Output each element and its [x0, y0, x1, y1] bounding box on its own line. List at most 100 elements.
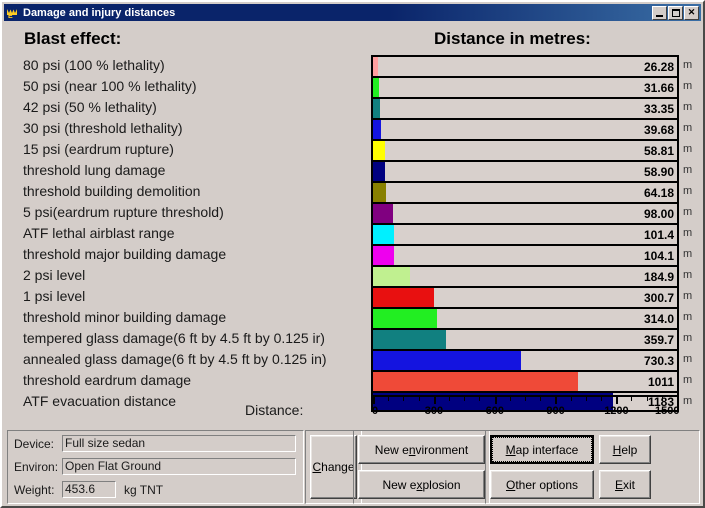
blast-effect-label: threshold lung damage [23, 162, 166, 178]
chart-row-right-border [677, 204, 679, 223]
axis-tick-minor [631, 395, 633, 401]
chart-bar [373, 330, 446, 349]
svg-text:E: E [8, 13, 13, 20]
chart-bar-value: 314.0 [643, 311, 674, 326]
axis-tick-label: 0 [372, 405, 379, 417]
chart-row: 104.1 [371, 244, 679, 265]
explosion-app-icon: E [5, 5, 20, 20]
weight-unit-label: kg TNT [124, 483, 164, 497]
axis-tick-minor [601, 395, 602, 401]
chart-bar-value: 730.3 [643, 353, 674, 368]
weight-field[interactable]: 453.6 [62, 481, 116, 498]
chart-row: 26.28 [371, 55, 679, 76]
chart-row: 300.7 [371, 286, 679, 307]
chart-row-right-border [677, 330, 679, 349]
exit-label: Exit [614, 477, 635, 492]
chart-row: 184.9 [371, 265, 679, 286]
chart-bar [373, 120, 382, 139]
right-actions-group: Map interface Help Other options Exit [485, 430, 700, 504]
blast-effect-label: ATF lethal airblast range [23, 225, 175, 241]
blast-effect-label: 80 psi (100 % lethality) [23, 57, 165, 73]
axis-tick-minor [388, 395, 390, 401]
help-button[interactable]: Help [599, 435, 651, 464]
title-bar[interactable]: E Damage and injury distances ✕ [4, 4, 701, 21]
minimize-button[interactable] [652, 5, 667, 20]
blast-effect-heading: Blast effect: [24, 29, 122, 48]
device-field[interactable]: Full size sedan [62, 435, 296, 452]
map-interface-focus-ring: Map interface [492, 437, 592, 462]
new-actions-group: New environment New explosion [353, 430, 490, 504]
unit-label: m [683, 59, 693, 71]
chart-row-right-border [677, 246, 679, 265]
change-button-label: Change [312, 460, 355, 474]
axis-tick-label: 1200 [604, 405, 629, 417]
unit-label: m [683, 248, 693, 260]
axis-tick-minor [479, 395, 481, 401]
axis-tick-major [433, 395, 436, 404]
unit-label: m [683, 269, 693, 281]
close-icon: ✕ [687, 7, 696, 17]
weight-label: Weight: [14, 483, 55, 497]
map-interface-button[interactable]: Map interface [490, 435, 594, 464]
unit-label: m [683, 185, 693, 197]
exit-button[interactable]: Exit [599, 470, 651, 499]
chart-row-right-border [677, 309, 679, 328]
axis-tick-minor [646, 395, 648, 401]
window-title: Damage and injury distances [23, 6, 176, 19]
unit-label: m [683, 290, 693, 302]
axis-tick-minor [449, 395, 450, 401]
blast-effect-label: 5 psi(eardrum rupture threshold) [23, 204, 224, 220]
chart-bar [373, 99, 380, 118]
other-options-label: Other options [505, 477, 579, 492]
maximize-button[interactable] [668, 5, 683, 20]
chart-row-right-border [677, 141, 679, 160]
chart-row-right-border [677, 372, 679, 391]
chart-row: 58.81 [371, 139, 679, 160]
axis-tick-label: 600 [485, 405, 504, 417]
chart-bar-value: 39.68 [643, 122, 674, 137]
unit-label: m [683, 332, 693, 344]
application-window: E Damage and injury distances ✕ Blast ef… [0, 0, 705, 508]
axis-tick-minor [585, 395, 587, 401]
unit-label: m [683, 80, 693, 92]
chart-row: 730.3 [371, 349, 679, 370]
chart-row-right-border [677, 57, 679, 76]
unit-label: m [683, 122, 693, 134]
chart-row: 33.35 [371, 97, 679, 118]
axis-tick-minor [418, 395, 420, 401]
chart-row-right-border [677, 78, 679, 97]
new-environment-button[interactable]: New environment [358, 435, 485, 464]
axis-tick-label: 1500 [655, 405, 680, 417]
blast-effect-label: threshold major building damage [23, 246, 227, 262]
chart-bar-value: 64.18 [643, 185, 674, 200]
chart-bar [373, 351, 521, 370]
axis-tick-label: 900 [546, 405, 565, 417]
chart-bar-value: 33.35 [643, 101, 674, 116]
change-button[interactable]: Change [310, 435, 357, 499]
other-options-button[interactable]: Other options [490, 470, 594, 499]
environ-field[interactable]: Open Flat Ground [62, 458, 296, 475]
chart-row: 314.0 [371, 307, 679, 328]
axis-tick-minor [525, 395, 526, 401]
chart-bar-value: 359.7 [643, 332, 674, 347]
window-controls: ✕ [652, 5, 699, 20]
axis-tick-minor [403, 395, 405, 401]
blast-effect-label: 42 psi (50 % lethality) [23, 99, 157, 115]
chart-bar [373, 57, 379, 76]
distance-axis-caption: Distance: [245, 402, 304, 418]
blast-effect-label: threshold minor building damage [23, 309, 227, 325]
close-button[interactable]: ✕ [684, 5, 699, 20]
distance-bar-chart: 26.28 31.66 33.35 39.68 58.81 58.90 64.18 98.00… [371, 55, 679, 412]
axis-tick-label: 300 [424, 405, 444, 417]
chart-bar-value: 104.1 [643, 248, 674, 263]
axis-tick-major [616, 395, 619, 404]
new-explosion-button[interactable]: New explosion [358, 470, 485, 499]
chart-bar [373, 141, 385, 160]
chart-row-right-border [677, 162, 679, 181]
chart-bar [373, 246, 395, 265]
blast-effect-label: ATF evacuation distance [23, 393, 177, 409]
blast-effect-label: threshold building demolition [23, 183, 201, 199]
chart-bar [373, 309, 437, 328]
axis-tick-major [555, 395, 558, 404]
chart-row-right-border [677, 183, 679, 202]
